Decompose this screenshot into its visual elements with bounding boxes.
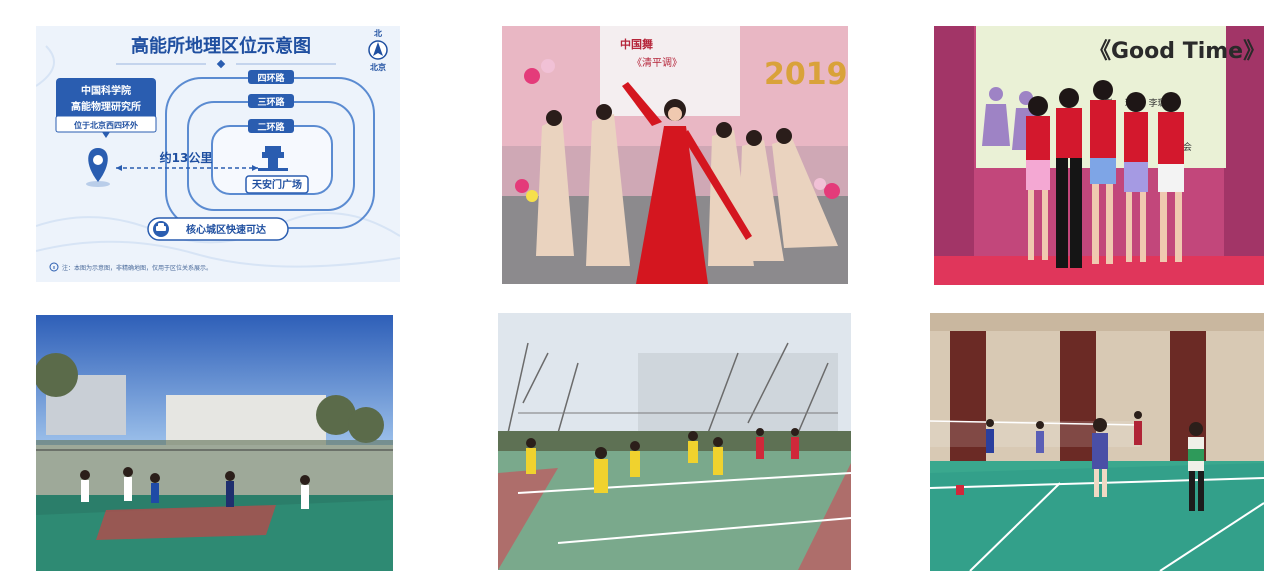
distance-label: 约13公里 [160,150,213,165]
institute-location: 位于北京西四环外 [74,120,138,130]
ring-label-2: 二环路 [257,121,285,133]
dance-banner-line1: 中国舞 [620,37,653,51]
landmark-label: 天安门广场 [252,178,302,191]
good-time-performance-photo: 《Good Time》 者： 珊 荣 李璐 工 协会 [934,26,1264,285]
dance-performance-photo: 中国舞 《清平调》 2019 [502,26,848,284]
institute-line2: 高能物理研究所 [71,100,141,113]
dance-banner-line2: 《清平调》 [632,56,682,69]
balloon-year: 2019 [764,57,848,92]
svg-text:北: 北 [374,28,382,38]
ring-label-3: 三环路 [257,96,285,108]
map-disclaimer: 注：本图为示意图，非精确地图，仅用于区位关系展示。 [62,264,212,272]
map-title: 高能所地理区位示意图 [131,35,311,57]
badminton-game-photo [930,313,1264,571]
volleyball-game-photo [498,313,851,570]
compass-label: 北京 [370,62,386,72]
access-badge-label: 核心城区快速可达 [186,223,266,236]
location-map-infographic: 高能所地理区位示意图 北 北京 四环路 三环路 二环路 中国科学院 高能物理研究… [36,26,400,282]
goodtime-banner-title: 《Good Time》 [1089,39,1264,64]
institute-line1: 中国科学院 [81,84,131,97]
basketball-game-photo [36,315,393,571]
ring-label-4: 四环路 [257,72,285,84]
car-icon [153,221,169,237]
